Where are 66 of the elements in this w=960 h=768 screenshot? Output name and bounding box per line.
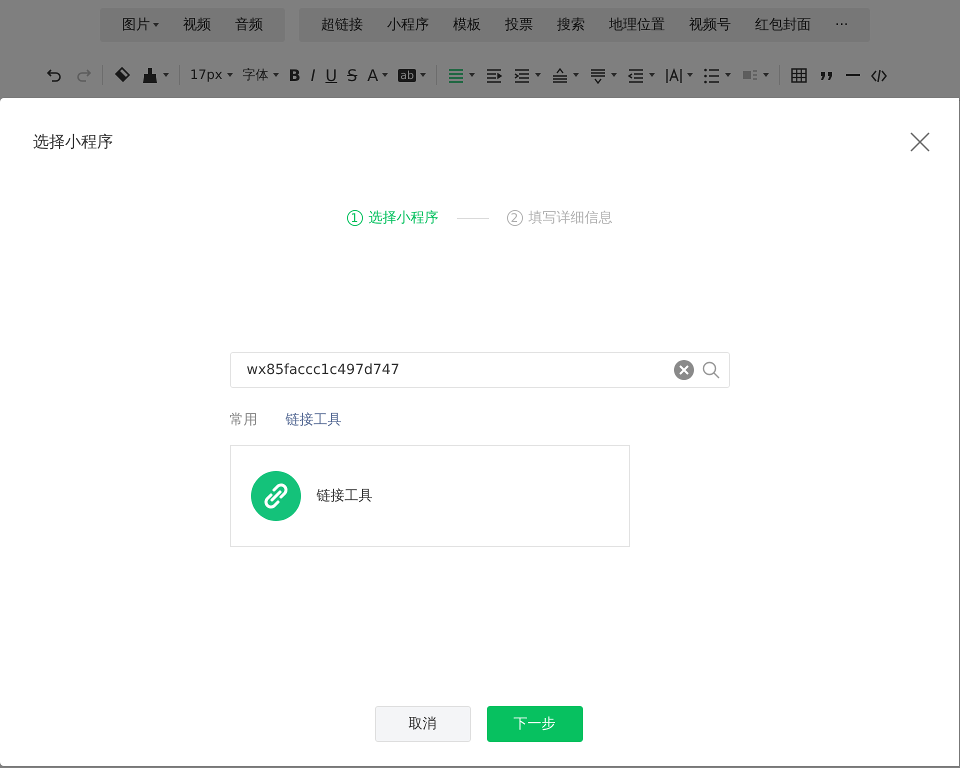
caret-icon — [226, 73, 232, 77]
insert-button[interactable]: 地理位置 — [597, 16, 677, 34]
caret-icon — [762, 73, 769, 77]
horizontal-rule-icon — [846, 74, 860, 76]
mini-program-card[interactable]: 链接工具 — [230, 445, 630, 547]
toolbar-button[interactable]: 17px — [190, 68, 232, 82]
toolbar-button[interactable]: A — [367, 66, 388, 84]
step-number: 2 — [506, 210, 522, 226]
toolbar-button[interactable] — [664, 66, 693, 84]
search-icon[interactable] — [702, 361, 720, 379]
insert-button[interactable]: 搜索 — [545, 16, 597, 34]
mini-program-name: 链接工具 — [316, 487, 372, 505]
toolbar-button[interactable]: U — [325, 66, 338, 84]
toolbar-button[interactable]: ab — [398, 68, 426, 82]
table-icon — [790, 66, 808, 84]
caret-icon — [724, 73, 731, 77]
bullet-list-icon — [702, 66, 721, 84]
toolbar-button[interactable] — [702, 66, 731, 84]
letter-spacing-icon — [664, 66, 683, 84]
toolbar-button[interactable] — [550, 66, 579, 84]
caret-icon — [686, 73, 693, 77]
insert-button[interactable]: ··· — [823, 17, 860, 33]
insert-button[interactable]: 模板 — [441, 16, 493, 34]
toolbar-button[interactable] — [141, 66, 169, 84]
caret-icon — [420, 73, 426, 77]
close-button[interactable] — [909, 131, 931, 153]
category-tab[interactable]: 常用 — [230, 411, 258, 429]
step-label: 选择小程序 — [368, 209, 438, 227]
insert-button[interactable]: 视频号 — [677, 16, 743, 34]
caret-icon — [382, 73, 388, 77]
caret-icon — [153, 23, 159, 27]
caret-icon — [272, 73, 278, 77]
insert-button[interactable]: 红包封面 — [743, 16, 823, 34]
category-tab[interactable]: 链接工具 — [286, 411, 342, 429]
step-label: 填写详细信息 — [528, 209, 612, 227]
toolbar-button[interactable]: B — [288, 66, 301, 84]
toolbar-button[interactable]: 字体 — [242, 66, 278, 84]
highlight-label: ab — [398, 68, 416, 82]
caret-icon — [648, 73, 655, 77]
align-justify-icon — [446, 66, 465, 84]
line-height-icon — [550, 66, 569, 84]
insert-button[interactable]: 小程序 — [375, 16, 441, 34]
toolbar-button[interactable]: I — [310, 66, 316, 84]
toolbar-button[interactable] — [113, 66, 131, 84]
insert-button[interactable]: 超链接 — [309, 16, 375, 34]
eraser-icon — [113, 66, 131, 84]
toolbar-button[interactable]: S — [347, 66, 358, 84]
chain-link-icon — [250, 471, 300, 521]
caret-icon — [468, 73, 475, 77]
insert-button[interactable]: 视频 — [171, 16, 223, 34]
caret-icon — [534, 73, 541, 77]
search-field[interactable]: wx85faccc1c497d747 — [230, 352, 730, 388]
dialog-title: 选择小程序 — [33, 132, 113, 152]
step-number: 1 — [346, 210, 362, 226]
paint-brush-icon — [141, 66, 159, 84]
caret-icon — [163, 73, 169, 77]
insert-button[interactable]: 投票 — [493, 16, 545, 34]
toolbar-button[interactable] — [446, 66, 475, 84]
insert-button[interactable]: 音频 — [223, 16, 275, 34]
cancel-button[interactable]: 取消 — [374, 706, 470, 742]
insert-button[interactable]: 图片 — [110, 16, 171, 34]
next-button[interactable]: 下一步 — [486, 706, 582, 742]
clear-icon[interactable] — [674, 360, 694, 380]
caret-icon — [572, 73, 579, 77]
caret-icon — [610, 73, 617, 77]
toolbar-button[interactable] — [790, 66, 808, 84]
